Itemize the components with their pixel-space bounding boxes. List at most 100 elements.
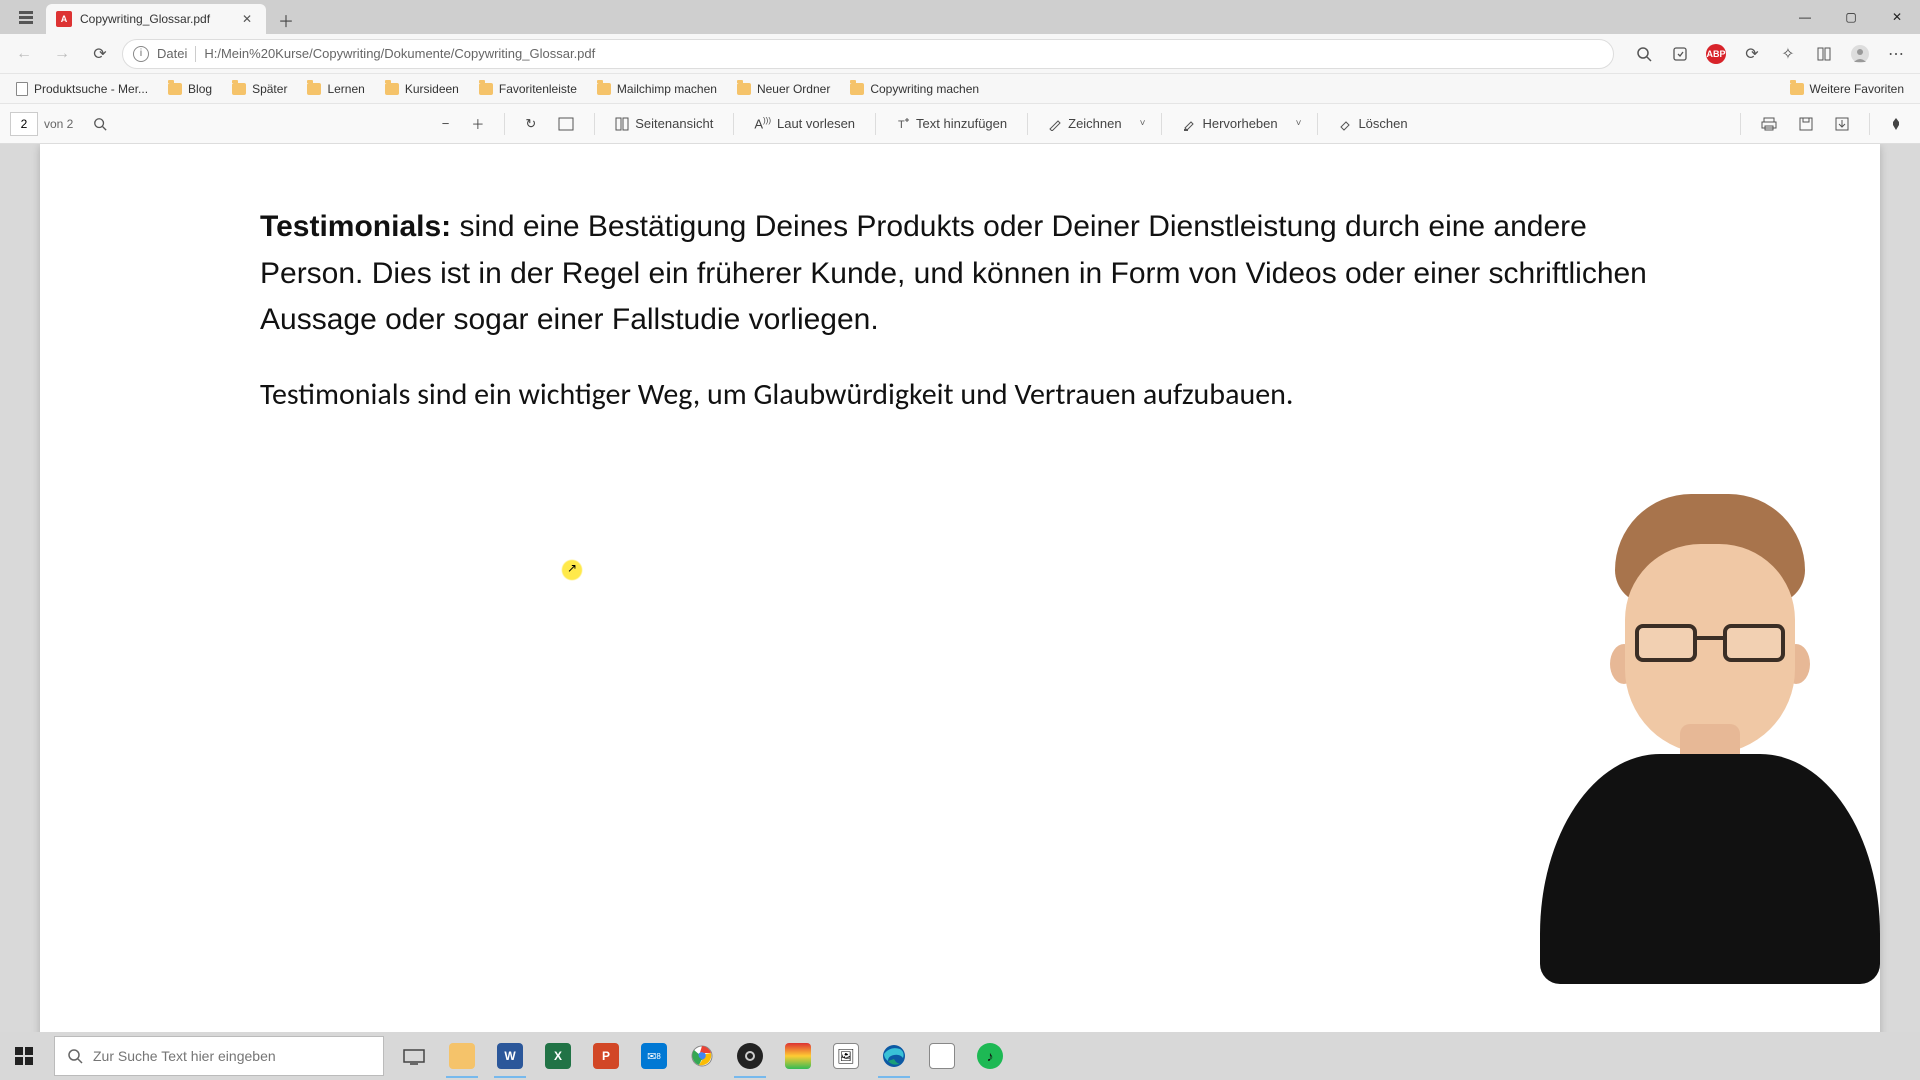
app-taskbar-icon[interactable] <box>774 1032 822 1080</box>
abp-extension-icon[interactable]: ABP <box>1700 38 1732 70</box>
profile-button[interactable] <box>1844 38 1876 70</box>
print-button[interactable] <box>1753 113 1785 135</box>
bookmark-label: Copywriting machen <box>870 82 979 96</box>
save-button[interactable] <box>1791 113 1821 135</box>
address-scheme: Datei <box>157 46 187 61</box>
folder-icon <box>479 83 493 95</box>
save-as-button[interactable] <box>1827 113 1857 135</box>
bookmark-label: Kursideen <box>405 82 459 96</box>
zoom-in-button[interactable]: ＋ <box>463 110 492 137</box>
zoom-indicator-icon[interactable] <box>1628 38 1660 70</box>
excel-taskbar-icon[interactable]: X <box>534 1032 582 1080</box>
highlight-label: Hervorheben <box>1202 116 1277 131</box>
bookmark-label: Blog <box>188 82 212 96</box>
bookmark-label: Weitere Favoriten <box>1810 82 1904 96</box>
bookmark-label: Mailchimp machen <box>617 82 717 96</box>
bookmark-item[interactable]: Copywriting machen <box>842 78 987 100</box>
nav-forward-button[interactable]: → <box>46 38 78 70</box>
address-bar-row: ← → ⟳ i Datei H:/Mein%20Kurse/Copywritin… <box>0 34 1920 74</box>
tab-actions-button[interactable] <box>6 0 46 34</box>
bookmark-label: Lernen <box>327 82 364 96</box>
term-heading: Testimonials: <box>260 210 451 243</box>
collections-button[interactable] <box>1808 38 1840 70</box>
bookmark-label: Später <box>252 82 287 96</box>
tab-strip: A Copywriting_Glossar.pdf ✕ ＋ — ▢ ✕ <box>0 0 1920 34</box>
folder-icon <box>1790 83 1804 95</box>
window-minimize-button[interactable]: — <box>1782 0 1828 34</box>
rotate-button[interactable]: ↻ <box>517 112 544 136</box>
taskbar-search-input[interactable] <box>93 1048 371 1064</box>
obs-taskbar-icon[interactable] <box>726 1032 774 1080</box>
read-aloud-label: Laut vorlesen <box>777 116 855 131</box>
term-definition: sind eine Bestätigung Deines Produkts od… <box>260 210 1647 336</box>
taskbar-search[interactable] <box>54 1036 384 1076</box>
erase-button[interactable]: Löschen <box>1330 112 1415 135</box>
notepad-taskbar-icon[interactable] <box>918 1032 966 1080</box>
spotify-taskbar-icon[interactable]: ♪ <box>966 1032 1014 1080</box>
favorites-button[interactable]: ✧ <box>1772 38 1804 70</box>
page-view-button[interactable]: Seitenansicht <box>607 112 721 135</box>
window-close-button[interactable]: ✕ <box>1874 0 1920 34</box>
draw-button[interactable]: Zeichnen <box>1040 112 1129 135</box>
bookmark-item[interactable]: Kursideen <box>377 78 467 100</box>
folder-icon <box>232 83 246 95</box>
bookmark-label: Favoritenleiste <box>499 82 577 96</box>
bookmark-label: Produktsuche - Mer... <box>34 82 148 96</box>
page-total-label: von 2 <box>44 117 73 131</box>
close-tab-button[interactable]: ✕ <box>238 10 256 28</box>
chrome-taskbar-icon[interactable] <box>678 1032 726 1080</box>
bookmarks-bar: Produktsuche - Mer... Blog Später Lernen… <box>0 74 1920 104</box>
highlight-dropdown[interactable]: ˅ <box>1292 118 1306 129</box>
word-taskbar-icon[interactable]: W <box>486 1032 534 1080</box>
bookmark-label: Neuer Ordner <box>757 82 830 96</box>
folder-icon <box>597 83 611 95</box>
bookmark-item[interactable]: Lernen <box>299 78 372 100</box>
folder-icon <box>385 83 399 95</box>
pdf-viewport[interactable]: Testimonials: sind eine Bestätigung Dein… <box>0 144 1920 1032</box>
task-view-button[interactable] <box>390 1032 438 1080</box>
enter-address-icon[interactable] <box>1664 38 1696 70</box>
add-text-label: Text hinzufügen <box>916 116 1007 131</box>
draw-label: Zeichnen <box>1068 116 1121 131</box>
fit-page-button[interactable] <box>550 113 582 135</box>
site-info-icon[interactable]: i <box>133 46 149 62</box>
browser-tab[interactable]: A Copywriting_Glossar.pdf ✕ <box>46 4 266 34</box>
pdf-page: Testimonials: sind eine Bestätigung Dein… <box>40 144 1880 1032</box>
mail-taskbar-icon[interactable]: ✉8 <box>630 1032 678 1080</box>
erase-label: Löschen <box>1358 116 1407 131</box>
app2-taskbar-icon[interactable]: 🖼 <box>822 1032 870 1080</box>
add-text-button[interactable]: TText hinzufügen <box>888 112 1015 135</box>
settings-menu-button[interactable]: ⋯ <box>1880 38 1912 70</box>
bookmark-item[interactable]: Später <box>224 78 295 100</box>
read-aloud-button[interactable]: A)))Laut vorlesen <box>746 112 863 135</box>
cursor-highlight <box>561 559 583 581</box>
paragraph-2: Testimonials sind ein wichtiger Weg, um … <box>260 372 1660 419</box>
search-icon <box>67 1048 83 1064</box>
refresh-extension-icon[interactable]: ⟳ <box>1736 38 1768 70</box>
start-button[interactable] <box>0 1032 48 1080</box>
file-explorer-taskbar-icon[interactable] <box>438 1032 486 1080</box>
pdf-toolbar: von 2 − ＋ ↻ Seitenansicht A)))Laut vorle… <box>0 104 1920 144</box>
zoom-out-button[interactable]: − <box>434 112 458 135</box>
bookmarks-overflow[interactable]: Weitere Favoriten <box>1782 78 1912 100</box>
bookmark-item[interactable]: Neuer Ordner <box>729 78 838 100</box>
bookmark-item[interactable]: Produktsuche - Mer... <box>8 78 156 100</box>
bookmark-item[interactable]: Blog <box>160 78 220 100</box>
pin-toolbar-button[interactable] <box>1882 113 1910 135</box>
reload-button[interactable]: ⟳ <box>84 38 116 70</box>
nav-back-button[interactable]: ← <box>8 38 40 70</box>
edge-taskbar-icon[interactable] <box>870 1032 918 1080</box>
address-bar[interactable]: i Datei H:/Mein%20Kurse/Copywriting/Doku… <box>122 39 1614 69</box>
address-separator <box>195 46 196 62</box>
tab-title: Copywriting_Glossar.pdf <box>80 12 230 26</box>
new-tab-button[interactable]: ＋ <box>272 6 300 34</box>
bookmark-item[interactable]: Favoritenleiste <box>471 78 585 100</box>
draw-dropdown[interactable]: ˅ <box>1136 118 1150 129</box>
pdf-favicon: A <box>56 11 72 27</box>
find-button[interactable] <box>85 113 115 135</box>
page-number-input[interactable] <box>10 112 38 136</box>
bookmark-item[interactable]: Mailchimp machen <box>589 78 725 100</box>
highlight-button[interactable]: Hervorheben <box>1174 112 1285 135</box>
powerpoint-taskbar-icon[interactable]: P <box>582 1032 630 1080</box>
window-maximize-button[interactable]: ▢ <box>1828 0 1874 34</box>
